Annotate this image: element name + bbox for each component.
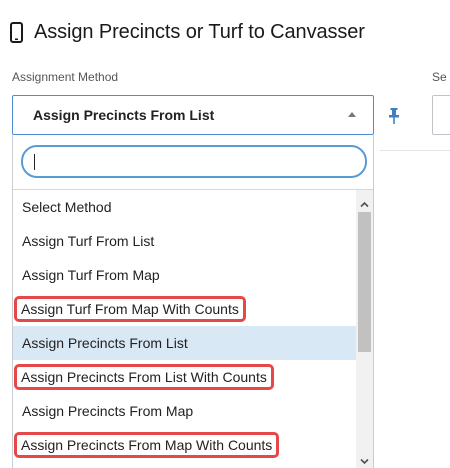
section-divider [380, 150, 450, 151]
option-assign-precincts-from-map-with-counts[interactable]: Assign Precincts From Map With Counts [13, 428, 356, 462]
assignment-method-selected-value: Assign Precincts From List [33, 107, 215, 123]
option-label: Assign Turf From Map [22, 267, 160, 283]
text-cursor [34, 154, 35, 170]
option-label: Assign Precincts From Map With Counts [13, 432, 280, 458]
assign-precincts-page: Assign Precincts or Turf to Canvasser As… [0, 0, 450, 468]
option-assign-precincts-from-list[interactable]: Assign Precincts From List [13, 326, 356, 360]
option-label: Assign Turf From List [22, 233, 155, 249]
page-title: Assign Precincts or Turf to Canvasser [34, 20, 365, 43]
caret-up-icon [348, 112, 356, 117]
option-assign-turf-from-map[interactable]: Assign Turf From Map [13, 258, 356, 292]
option-label: Assign Turf From Map With Counts [14, 296, 246, 322]
page-header: Assign Precincts or Turf to Canvasser [10, 14, 365, 50]
mobile-phone-icon [10, 21, 23, 43]
option-select-method[interactable]: Select Method [13, 190, 356, 224]
option-label: Assign Precincts From Map [22, 403, 194, 419]
option-assign-precincts-from-map[interactable]: Assign Precincts From Map [13, 394, 356, 428]
assignment-method-label: Assignment Method [12, 70, 119, 84]
option-label: Assign Precincts From List With Counts [14, 364, 274, 390]
dropdown-scrollbar[interactable] [356, 190, 373, 468]
dropdown-options-list: Select Method Assign Turf From List Assi… [13, 189, 373, 468]
scroll-down-arrow-icon[interactable] [360, 453, 369, 465]
scroll-up-arrow-icon[interactable] [360, 196, 369, 208]
second-field-label: Se [432, 70, 447, 84]
dropdown-search-input[interactable] [21, 145, 367, 178]
scrollbar-thumb[interactable] [358, 212, 371, 352]
option-assign-turf-from-map-with-counts[interactable]: Assign Turf From Map With Counts [13, 292, 356, 326]
second-field-input[interactable] [432, 95, 450, 135]
option-assign-precincts-from-list-with-counts[interactable]: Assign Precincts From List With Counts [13, 360, 356, 394]
pin-icon[interactable] [388, 108, 400, 124]
assignment-method-dropdown: Select Method Assign Turf From List Assi… [12, 135, 374, 468]
option-label: Assign Precincts From List [22, 335, 188, 351]
option-assign-turf-from-list[interactable]: Assign Turf From List [13, 224, 356, 258]
assignment-method-select[interactable]: Assign Precincts From List [12, 95, 374, 135]
option-label: Select Method [22, 199, 112, 215]
